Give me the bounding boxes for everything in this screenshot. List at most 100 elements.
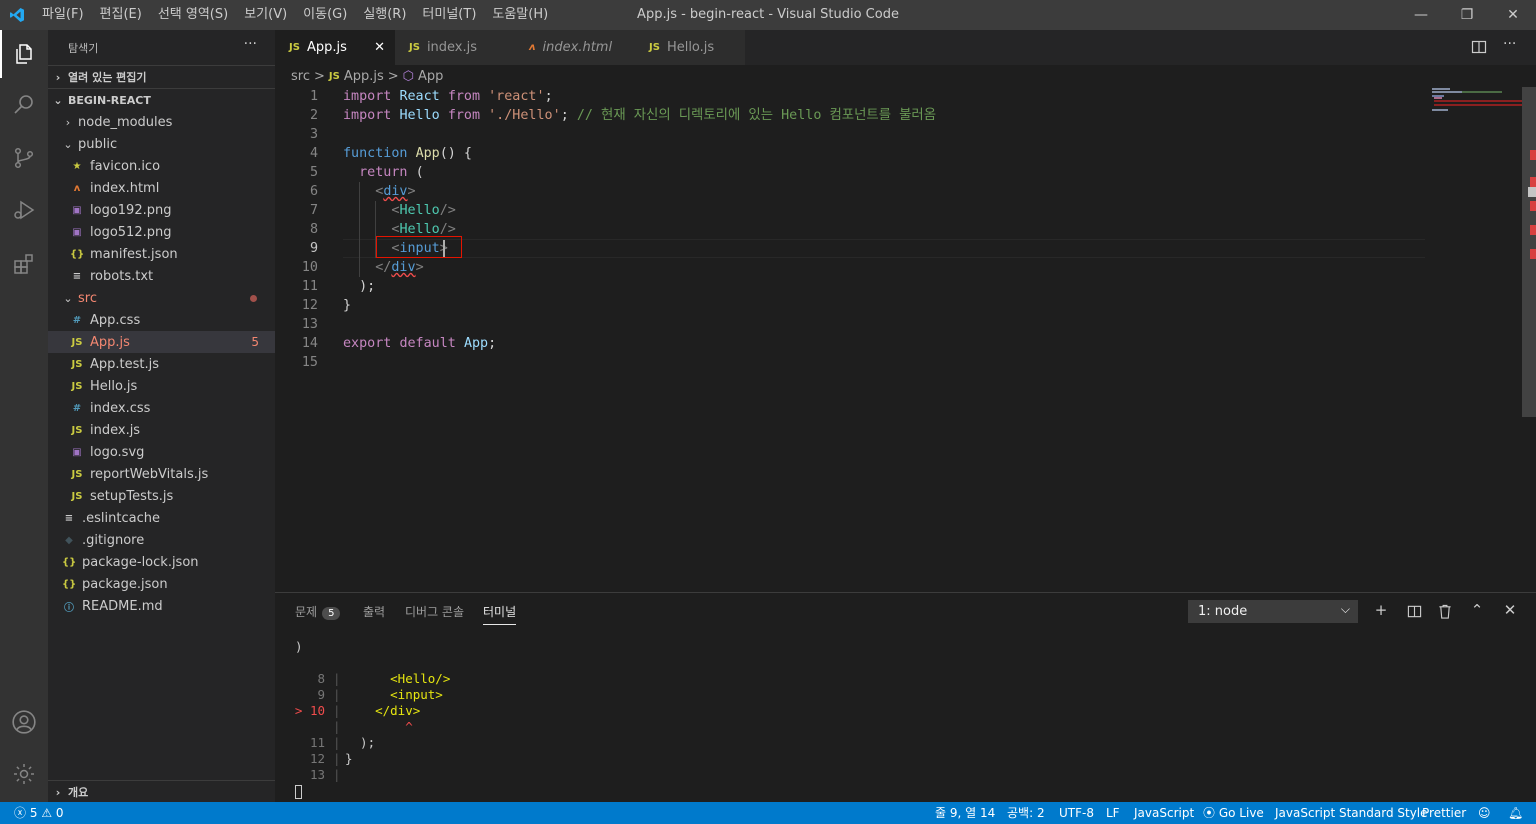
tree-file[interactable]: JS setupTests.js [48, 485, 275, 507]
indentation[interactable]: 공백: 2 [1007, 802, 1045, 824]
tab-problems[interactable]: 문제 5 [295, 603, 341, 620]
html-file-icon: ʌ [529, 42, 536, 53]
cursor-position[interactable]: 줄 9, 열 14 [935, 802, 995, 824]
code-line[interactable]: import Hello from './Hello'; // 현재 자신의 디… [343, 106, 936, 125]
project-header[interactable]: ⌄ BEGIN-REACT [48, 88, 275, 111]
tab-app-js[interactable]: JS App.js ✕ [275, 30, 395, 65]
notifications-bell-icon[interactable]: 🔔︎ [1508, 802, 1523, 824]
close-window-button[interactable]: ✕ [1490, 0, 1536, 30]
chevron-right-icon: › [55, 785, 61, 799]
search-icon[interactable] [0, 80, 48, 128]
code-line[interactable]: import React from 'react'; [343, 87, 553, 106]
tree-file[interactable]: {} package.json [48, 573, 275, 595]
tree-file[interactable]: ʌ index.html [48, 177, 275, 199]
menu-item[interactable]: 실행(R) [355, 0, 414, 30]
terminal-gutter: 12 [309, 751, 325, 766]
encoding[interactable]: UTF-8 [1059, 802, 1094, 824]
minimize-button[interactable]: — [1398, 0, 1444, 30]
tree-folder[interactable]: ⌄ src [48, 287, 275, 309]
language-mode[interactable]: JavaScript [1134, 802, 1194, 824]
tree-file[interactable]: ★ favicon.ico [48, 155, 275, 177]
tab-terminal[interactable]: 터미널 [483, 603, 517, 625]
tree-file[interactable]: JS App.test.js [48, 353, 275, 375]
account-icon[interactable] [0, 698, 48, 746]
tree-file[interactable]: JS index.js [48, 419, 275, 441]
split-editor-icon[interactable] [1471, 39, 1487, 59]
menu-item[interactable]: 보기(V) [236, 0, 295, 30]
trash-icon[interactable] [1435, 604, 1455, 623]
new-terminal-icon[interactable]: + [1371, 601, 1391, 619]
menu-item[interactable]: 파일(F) [34, 0, 92, 30]
tree-label: reportWebVitals.js [90, 466, 209, 482]
feedback-icon[interactable]: ☺ [1478, 802, 1491, 824]
tab-index-html[interactable]: ʌ index.html [515, 30, 635, 65]
tree-file[interactable]: # index.css [48, 397, 275, 419]
tree-file[interactable]: JS App.js 5 [48, 331, 275, 353]
tree-file[interactable]: JS reportWebVitals.js [48, 463, 275, 485]
split-terminal-icon[interactable] [1404, 604, 1424, 623]
tree-file[interactable]: {} package-lock.json [48, 551, 275, 573]
code-line[interactable]: ); [343, 277, 375, 296]
tab-debug-console[interactable]: 디버그 콘솔 [405, 603, 464, 620]
tree-file[interactable]: {} manifest.json [48, 243, 275, 265]
menu-item[interactable]: 이동(G) [295, 0, 355, 30]
breadcrumb-file[interactable]: App.js [344, 69, 384, 84]
code-line[interactable]: <div> [343, 182, 415, 201]
maximize-panel-icon[interactable]: ⌃ [1467, 601, 1487, 619]
tab-hello-js[interactable]: JS Hello.js [635, 30, 745, 65]
settings-gear-icon[interactable] [0, 750, 48, 798]
tree-folder[interactable]: › node_modules [48, 111, 275, 133]
breadcrumb-src[interactable]: src [291, 69, 310, 84]
tree-file[interactable]: ▣ logo192.png [48, 199, 275, 221]
explorer-icon[interactable] [0, 30, 48, 78]
menu-item[interactable]: 도움말(H) [484, 0, 556, 30]
tab-output[interactable]: 출력 [363, 603, 385, 620]
code-line[interactable]: } [343, 296, 351, 315]
code-line[interactable]: </div> [343, 258, 423, 277]
tree-file[interactable]: ≡ .eslintcache [48, 507, 275, 529]
code-line[interactable]: return ( [343, 163, 424, 182]
tree-file[interactable]: # App.css [48, 309, 275, 331]
close-panel-icon[interactable]: ✕ [1500, 601, 1520, 619]
current-line-highlight [343, 239, 1425, 258]
run-debug-icon[interactable] [0, 186, 48, 234]
open-editors-header[interactable]: › 열려 있는 편집기 [48, 65, 275, 88]
file-type-icon: JS [71, 468, 83, 480]
more-actions-button[interactable]: ··· [244, 36, 257, 52]
extensions-icon[interactable] [0, 240, 48, 288]
code-editor[interactable]: 1 import React from 'react'; 2 import Hello… [275, 87, 1520, 592]
tree-file[interactable]: JS Hello.js [48, 375, 275, 397]
tree-file[interactable]: ◆ .gitignore [48, 529, 275, 551]
tab-index-js[interactable]: JS index.js [395, 30, 515, 65]
linter-status[interactable]: JavaScript Standard Style [1275, 802, 1428, 824]
menu-item[interactable]: 편집(E) [92, 0, 150, 30]
tree-file[interactable]: ▣ logo512.png [48, 221, 275, 243]
code-line[interactable]: function App() { [343, 144, 472, 163]
tree-file[interactable]: ≡ robots.txt [48, 265, 275, 287]
close-tab-icon[interactable]: ✕ [374, 40, 385, 55]
tree-folder[interactable]: ⌄ public [48, 133, 275, 155]
problems-status[interactable]: ⓧ 5 ⚠ 0 [14, 802, 64, 824]
tree-file[interactable]: ⓘ README.md [48, 595, 275, 617]
file-type-icon: ▣ [72, 204, 82, 216]
tree-label: public [78, 136, 118, 152]
breadcrumb-symbol[interactable]: App [418, 69, 443, 84]
end-of-line[interactable]: LF [1106, 802, 1120, 824]
menu-item[interactable]: 터미널(T) [414, 0, 484, 30]
go-live-button[interactable]: ⦿ Go Live [1203, 802, 1264, 824]
minimap[interactable] [1430, 87, 1522, 592]
outline-header[interactable]: › 개요 [48, 780, 275, 803]
code-line[interactable]: export default App; [343, 334, 496, 353]
tree-file[interactable]: ▣ logo.svg [48, 441, 275, 463]
more-actions-icon[interactable]: ··· [1503, 36, 1516, 52]
menu-bar: 파일(F) 편집(E) 선택 영역(S) 보기(V) 이동(G) 실행(R) 터미널(T) 도… [34, 0, 556, 30]
menu-item[interactable]: 선택 영역(S) [150, 0, 236, 30]
sidebar-title: 탐색기 [68, 42, 99, 55]
source-control-icon[interactable] [0, 134, 48, 182]
file-type-icon: JS [71, 490, 83, 502]
restore-button[interactable]: ❐ [1444, 0, 1490, 30]
terminal-select[interactable]: 1: node ⌵ [1188, 600, 1358, 623]
vertical-scrollbar[interactable] [1522, 87, 1536, 592]
prettier-status[interactable]: Prettier [1422, 802, 1466, 824]
